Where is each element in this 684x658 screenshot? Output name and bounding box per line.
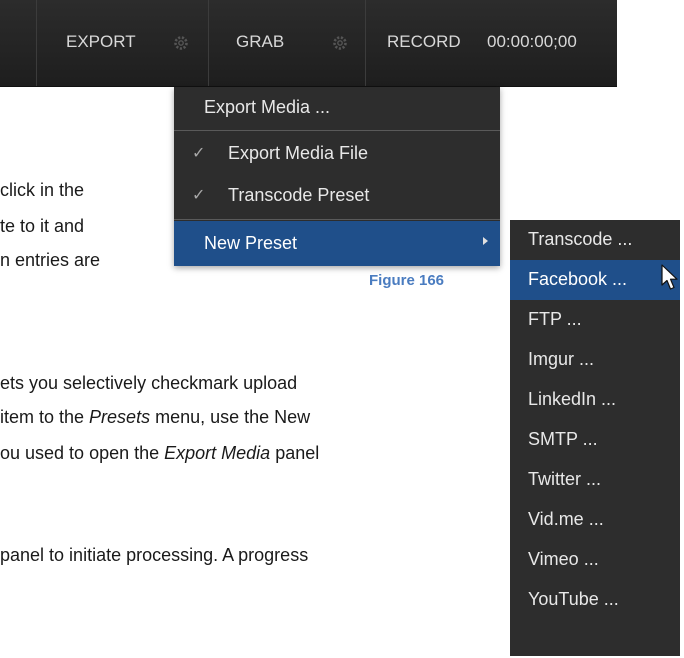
chevron-right-icon <box>483 237 488 245</box>
submenu-item-twitter[interactable]: Twitter ... <box>510 460 680 500</box>
menu-divider <box>174 219 500 220</box>
grab-button[interactable]: GRAB <box>236 32 284 52</box>
submenu-item-transcode[interactable]: Transcode ... <box>510 220 680 260</box>
submenu-item-label: Transcode ... <box>528 229 633 249</box>
export-button[interactable]: EXPORT <box>66 32 136 52</box>
body-text-line: click in the <box>0 180 85 200</box>
export-dropdown-menu: Export Media ... ✓ Export Media File ✓ T… <box>174 87 500 266</box>
submenu-item-ftp[interactable]: FTP ... <box>510 300 680 340</box>
body-text-line: ou used to open the Export Media panel <box>0 443 320 463</box>
transcode-preset-menu-item[interactable]: ✓ Transcode Preset <box>174 175 500 217</box>
export-media-menu-item[interactable]: Export Media ... <box>174 87 500 129</box>
new-preset-menu-item[interactable]: New Preset <box>174 221 500 266</box>
grab-settings-gear-icon[interactable] <box>331 34 349 52</box>
body-text-line: n entries are <box>0 250 101 270</box>
body-text-line: ets you selectively checkmark upload <box>0 373 298 393</box>
record-button[interactable]: RECORD <box>387 32 461 52</box>
submenu-item-youtube[interactable]: YouTube ... <box>510 580 680 620</box>
body-text-line: item to the Presets menu, use the New <box>0 407 311 427</box>
checkmark-icon: ✓ <box>192 187 206 204</box>
submenu-item-vimeo[interactable]: Vimeo ... <box>510 540 680 580</box>
figure-caption: Figure 166 <box>369 272 445 289</box>
menu-item-label: Export Media File <box>228 143 369 163</box>
submenu-item-imgur[interactable]: Imgur ... <box>510 340 680 380</box>
submenu-item-label: Imgur ... <box>528 349 595 369</box>
submenu-item-facebook[interactable]: Facebook ... <box>510 260 680 300</box>
menu-divider <box>174 130 500 131</box>
submenu-item-linkedin[interactable]: LinkedIn ... <box>510 380 680 420</box>
submenu-item-label: Facebook ... <box>528 269 628 289</box>
menu-item-label: Transcode Preset <box>228 185 370 205</box>
new-preset-submenu: Transcode ... Facebook ... FTP ... Imgur… <box>510 220 680 656</box>
submenu-item-label: Vid.me ... <box>528 509 604 529</box>
export-media-file-menu-item[interactable]: ✓ Export Media File <box>174 133 500 175</box>
top-toolbar: EXPORT GRAB RECORD 00:00:00;00 <box>0 0 617 87</box>
toolbar-divider <box>208 0 209 86</box>
mouse-pointer-icon <box>661 264 684 292</box>
toolbar-divider <box>36 0 37 86</box>
menu-item-label: Export Media ... <box>204 97 331 117</box>
submenu-item-label: SMTP ... <box>528 429 598 449</box>
submenu-item-label: YouTube ... <box>528 589 619 609</box>
record-timecode: 00:00:00;00 <box>487 32 577 51</box>
menu-item-label: New Preset <box>204 233 298 253</box>
submenu-item-label: LinkedIn ... <box>528 389 617 409</box>
submenu-item-label: Twitter ... <box>528 469 602 489</box>
toolbar-divider <box>365 0 366 86</box>
export-settings-gear-icon[interactable] <box>172 34 190 52</box>
submenu-item-smtp[interactable]: SMTP ... <box>510 420 680 460</box>
checkmark-icon: ✓ <box>192 145 206 162</box>
body-text-line: te to it and <box>0 216 85 236</box>
submenu-item-vidme[interactable]: Vid.me ... <box>510 500 680 540</box>
submenu-item-label: FTP ... <box>528 309 582 329</box>
submenu-item-label: Vimeo ... <box>528 549 599 569</box>
body-text-line: panel to initiate processing. A progress <box>0 545 309 565</box>
